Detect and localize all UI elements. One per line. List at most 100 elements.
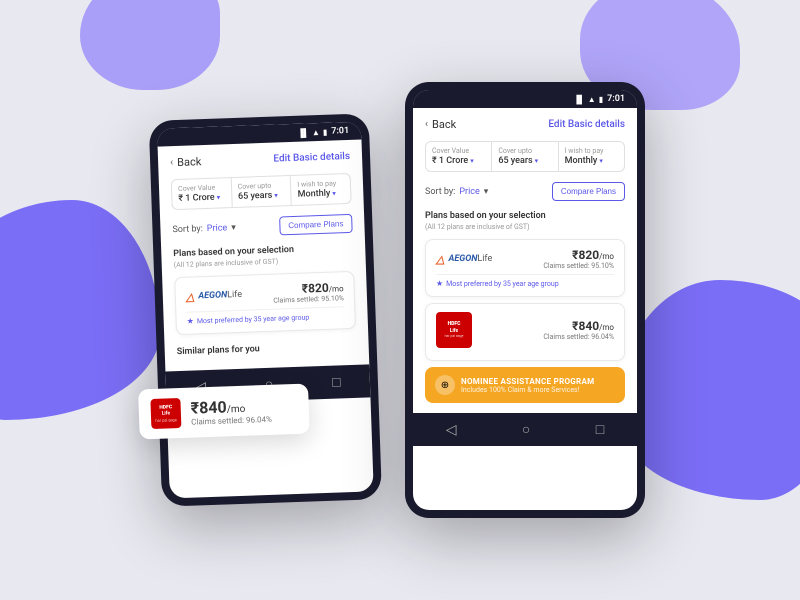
section-subtitle-right: (All 12 plans are inclusive of GST)	[425, 223, 625, 231]
plan-card-aegon-left[interactable]: △ AEGONLife ₹820/mo Claims settled: 95.1…	[174, 271, 356, 335]
sort-by-left: Sort by: Price ▾	[172, 222, 236, 234]
filter-row-right: Cover Value ₹ 1 Crore ▾ Cover upto 65 ye…	[425, 141, 625, 172]
wifi-icon-right: ▲	[588, 95, 596, 104]
blob-top-left	[80, 0, 220, 90]
aegon-triangle-left: △	[186, 290, 195, 303]
filter-payment-label-left: I wish to pay	[297, 179, 344, 189]
chevron-cu-right: ▾	[535, 157, 539, 165]
section-title-right: Plans based on your selection	[425, 211, 625, 221]
filter-cv-label-right: Cover Value	[432, 147, 485, 155]
nominee-text-wrap: NOMINEE ASSISTANCE PROGRAM Includes 100%…	[461, 377, 594, 394]
header-left: ‹ Back Edit Basic details	[170, 150, 350, 169]
status-icons-right: ▐▌ ▲ ▮	[573, 95, 603, 104]
edit-link-left[interactable]: Edit Basic details	[273, 151, 350, 165]
filter-cover-value-right[interactable]: Cover Value ₹ 1 Crore ▾	[426, 142, 492, 171]
status-icons-left: ▐▌ ▲ ▮	[297, 127, 327, 137]
plan-price-hdfc-right: ₹840/mo	[543, 319, 614, 333]
filter-cover-upto-val-left: 65 years ▾	[238, 190, 285, 202]
app-content-right: ‹ Back Edit Basic details Cover Value ₹ …	[413, 108, 637, 413]
plan-badge-aegon-left: ★ Most preferred by 35 year age group	[186, 306, 344, 326]
back-button-left[interactable]: ‹ Back	[170, 155, 202, 169]
filter-pay-label-right: I wish to pay	[565, 147, 618, 155]
battery-icon: ▮	[323, 127, 328, 136]
phone-left-screen: ▐▌ ▲ ▮ 7:01 ‹ Back Edit Basic details	[157, 122, 374, 499]
blob-left	[0, 200, 160, 420]
filter-cover-value-left[interactable]: Cover Value ₹ 1 Crore ▾	[172, 178, 233, 209]
filter-payment-val-left: Monthly ▾	[298, 188, 345, 200]
filter-cover-upto-right[interactable]: Cover upto 65 years ▾	[492, 142, 558, 171]
nav-recent-icon-left[interactable]: □	[332, 373, 341, 390]
filter-cu-val-right: 65 years ▾	[498, 156, 551, 166]
plan-badge-aegon-right: ★ Most preferred by 35 year age group	[436, 274, 614, 288]
wifi-icon: ▲	[312, 127, 320, 136]
back-arrow-right: ‹	[425, 119, 428, 130]
aegon-tri-right: △	[436, 253, 444, 266]
header-right: ‹ Back Edit Basic details	[425, 118, 625, 131]
nominee-subtitle: Includes 100% Claim & more Services!	[461, 386, 594, 394]
plan-claims-aegon-left: Claims settled: 95.10%	[273, 294, 344, 304]
sort-chevron-right: ▾	[484, 187, 489, 197]
phone-right: ▐▌ ▲ ▮ 7:01 ‹ Back Edit Basic details	[405, 82, 645, 518]
sort-row-left: Sort by: Price ▾ Compare Plans	[172, 214, 353, 239]
plan-claims-aegon-right: Claims settled: 95.10%	[543, 262, 614, 270]
floating-card-text: ₹840/mo Claims settled: 96.04%	[190, 396, 272, 427]
aegon-name-right: AEGONLife	[448, 254, 492, 264]
filter-cover-upto-left[interactable]: Cover upto 65 years ▾	[231, 176, 292, 207]
back-button-right[interactable]: ‹ Back	[425, 118, 456, 131]
status-bar-right: ▐▌ ▲ ▮ 7:01	[413, 90, 637, 108]
filter-cu-label-right: Cover upto	[498, 147, 551, 155]
phone-left: ▐▌ ▲ ▮ 7:01 ‹ Back Edit Basic details	[149, 113, 382, 506]
status-time-right: 7:01	[607, 94, 625, 104]
filter-cover-value-val-left: ₹ 1 Crore ▾	[178, 192, 225, 204]
plan-card-hdfc-right[interactable]: HDFC Life har pal aage ₹840/mo Claims se…	[425, 303, 625, 361]
chevron-cover-upto-left: ▾	[274, 191, 278, 199]
nav-back-icon-right[interactable]: ◁	[446, 422, 457, 438]
compare-btn-left[interactable]: Compare Plans	[279, 214, 353, 236]
back-label-left[interactable]: Back	[177, 155, 202, 169]
hdfc-logo-right: HDFC Life har pal aage	[436, 312, 472, 348]
hdfc-logo-left: HDFC Life har pal aage	[150, 398, 181, 429]
filter-cover-upto-label-left: Cover upto	[238, 181, 285, 191]
filter-payment-right[interactable]: I wish to pay Monthly ▾	[559, 142, 624, 171]
plan-badge-text-right: Most preferred by 35 year age group	[446, 280, 558, 288]
filter-pay-val-right: Monthly ▾	[565, 156, 618, 166]
chevron-payment-left: ▾	[332, 189, 336, 197]
plan-card-aegon-right[interactable]: △ AEGONLife ₹820/mo Claims settled: 95.1…	[425, 239, 625, 297]
sort-chevron-left: ▾	[231, 222, 236, 232]
battery-icon-right: ▮	[599, 95, 603, 104]
nominee-icon: ⊕	[435, 375, 455, 395]
chevron-cover-value-left: ▾	[217, 194, 221, 202]
edit-link-right[interactable]: Edit Basic details	[548, 119, 625, 130]
aegon-logo-left: △ AEGONLife	[186, 288, 243, 303]
compare-btn-right[interactable]: Compare Plans	[552, 182, 625, 201]
signal-icon-right: ▐▌	[573, 95, 584, 104]
nav-home-icon-right[interactable]: ○	[522, 421, 530, 438]
plan-hdfc-inner-right: HDFC Life har pal aage ₹840/mo Claims se…	[436, 312, 614, 348]
blob-right	[620, 280, 800, 500]
nav-recent-icon-right[interactable]: □	[596, 421, 604, 438]
sort-label-right: Sort by:	[425, 187, 455, 197]
nominee-banner[interactable]: ⊕ NOMINEE ASSISTANCE PROGRAM Includes 10…	[425, 367, 625, 403]
sort-value-left[interactable]: Price	[207, 223, 228, 234]
plan-card-aegon-inner-left: △ AEGONLife ₹820/mo Claims settled: 95.1…	[185, 280, 344, 308]
nominee-title: NOMINEE ASSISTANCE PROGRAM	[461, 377, 594, 386]
aegon-text-left: AEGONLife	[198, 290, 242, 302]
sort-label-left: Sort by:	[172, 224, 203, 235]
plan-aegon-inner-right: △ AEGONLife ₹820/mo Claims settled: 95.1…	[436, 248, 614, 270]
star-icon-left: ★	[187, 316, 194, 325]
app-content-left: ‹ Back Edit Basic details Cover Value ₹ …	[158, 140, 370, 372]
sort-by-right: Sort by: Price ▾	[425, 187, 488, 197]
chevron-cv-right: ▾	[470, 157, 474, 165]
filter-cv-val-right: ₹ 1 Crore ▾	[432, 156, 485, 166]
back-label-right[interactable]: Back	[432, 118, 456, 131]
sort-value-right[interactable]: Price	[459, 187, 479, 197]
phone-right-screen: ▐▌ ▲ ▮ 7:01 ‹ Back Edit Basic details	[413, 90, 637, 510]
plan-badge-text-left: Most preferred by 35 year age group	[197, 313, 310, 325]
plan-claims-hdfc-right: Claims settled: 96.04%	[543, 333, 614, 341]
back-arrow-left: ‹	[170, 157, 173, 168]
similar-title-left: Similar plans for you	[176, 335, 357, 361]
filter-payment-left[interactable]: I wish to pay Monthly ▾	[291, 174, 351, 205]
signal-icon: ▐▌	[297, 128, 309, 137]
chevron-pay-right: ▾	[599, 157, 603, 165]
status-time-left: 7:01	[331, 126, 349, 137]
